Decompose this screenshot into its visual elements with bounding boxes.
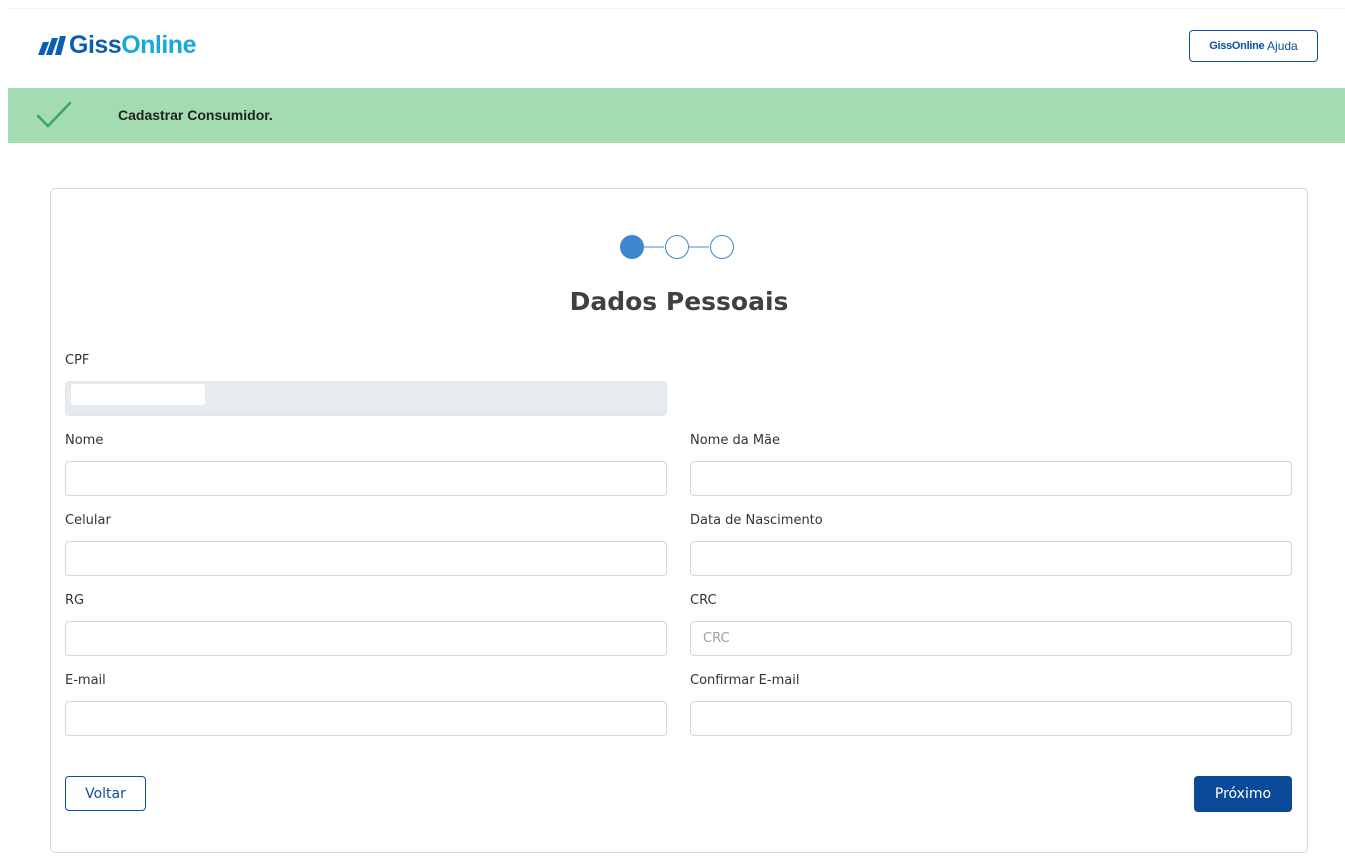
email-label: E-mail [65, 673, 106, 688]
data-nascimento-label: Data de Nascimento [690, 513, 823, 528]
email-input[interactable] [65, 701, 667, 736]
crc-input[interactable] [690, 621, 1292, 656]
logo-text-part1: Giss [69, 31, 122, 59]
confirmar-email-label: Confirmar E-mail [690, 673, 800, 688]
step-3-icon [710, 235, 734, 259]
logo-text-part2: Online [121, 31, 196, 59]
page-title: Dados Pessoais [569, 287, 789, 316]
confirmar-email-input[interactable] [690, 701, 1292, 736]
step-1-icon [620, 235, 644, 259]
crc-label: CRC [690, 593, 717, 608]
success-banner: Cadastrar Consumidor. [8, 88, 1345, 143]
step-2-icon [665, 235, 689, 259]
help-button-label: Ajuda [1264, 39, 1298, 53]
cpf-label: CPF [65, 353, 90, 368]
nome-label: Nome [65, 433, 104, 448]
form-card: Dados Pessoais CPF Nome Nome da Mãe Celu… [50, 188, 1308, 853]
stepper [620, 235, 734, 259]
rg-label: RG [65, 593, 85, 608]
help-button-brand: GissOnline [1209, 40, 1264, 52]
celular-input[interactable] [65, 541, 667, 576]
banner-message: Cadastrar Consumidor. [118, 107, 273, 123]
data-nascimento-input[interactable] [690, 541, 1292, 576]
top-bar: GissOnline GissOnline Ajuda [8, 8, 1345, 88]
back-button[interactable]: Voltar [65, 776, 146, 811]
next-button[interactable]: Próximo [1194, 776, 1292, 812]
nome-input[interactable] [65, 461, 667, 496]
help-button[interactable]: GissOnline Ajuda [1189, 30, 1318, 62]
nome-mae-label: Nome da Mãe [690, 433, 781, 448]
celular-label: Celular [65, 513, 111, 528]
logo-text: GissOnline [69, 31, 196, 60]
help-brand-part1: Giss [1209, 40, 1232, 52]
cpf-redacted-value [71, 384, 205, 405]
rg-input[interactable] [65, 621, 667, 656]
gissonline-logo[interactable]: GissOnline [38, 31, 196, 60]
check-icon [36, 101, 72, 128]
logo-bars-icon [38, 35, 66, 55]
nome-mae-input[interactable] [690, 461, 1292, 496]
help-brand-part2: Online [1231, 40, 1265, 52]
